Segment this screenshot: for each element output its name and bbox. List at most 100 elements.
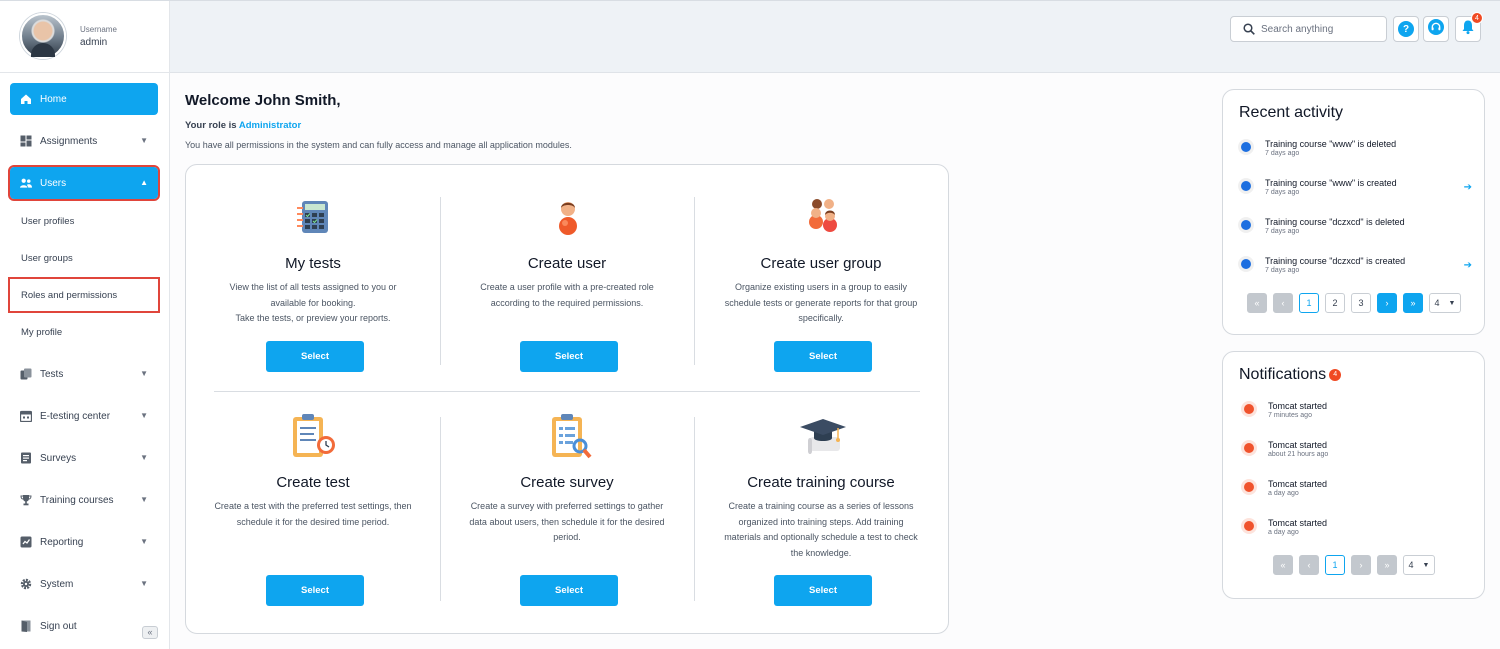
status-dot-icon [1241,220,1251,230]
last-page-icon[interactable]: » [1403,293,1423,313]
sidebar-subitem-roles-permissions[interactable]: Roles and permissions [8,277,160,313]
help-button[interactable]: ? [1393,16,1419,42]
sidebar-item-users[interactable]: Users ▲ [8,165,160,201]
sidebar-item-training-courses[interactable]: Training courses ▼ [10,484,158,516]
sidebar-item-etesting-center[interactable]: E-testing center ▼ [10,400,158,432]
door-icon [20,620,32,632]
first-page-icon[interactable]: « [1247,293,1267,313]
role-prefix: Your role is [185,120,237,131]
gear-icon [20,578,32,590]
trophy-icon [20,494,32,506]
card-create-training-course: Create training course Create a training… [721,474,921,606]
chevron-down-icon: ▼ [140,411,148,420]
activity-time: 7 days ago [1265,267,1300,274]
prev-page-icon[interactable]: ‹ [1299,555,1319,575]
chevron-down-icon: ▼ [140,579,148,588]
support-button[interactable] [1423,16,1449,42]
sidebar-item-surveys[interactable]: Surveys ▼ [10,442,158,474]
arrow-right-icon[interactable]: ➔ [1464,182,1472,193]
arrow-right-icon[interactable]: ➔ [1464,260,1472,271]
recent-activity-panel: Recent activity Training course "www" is… [1222,89,1485,335]
survey-clipboard-icon [552,414,592,459]
notifications-button[interactable]: 4 [1455,12,1483,42]
sidebar-item-system[interactable]: System ▼ [10,568,158,600]
sidebar-item-label: Assignments [40,135,98,147]
my-tests-select-button[interactable]: Select [266,341,364,372]
chevron-down-icon: ▼ [140,369,148,378]
activity-item: Training course "www" is deleted 7 days … [1239,139,1474,169]
chevron-down-icon: ▼ [140,495,148,504]
sidebar-item-assignments[interactable]: Assignments ▼ [10,125,158,157]
create-test-select-button[interactable]: Select [266,575,364,606]
status-dot-icon [1241,259,1251,269]
role-link[interactable]: Administrator [239,120,301,131]
create-training-course-select-button[interactable]: Select [774,575,872,606]
sidebar-item-sign-out[interactable]: Sign out [10,610,158,642]
page-button[interactable]: 1 [1325,555,1345,575]
dashboard-icon [20,135,32,147]
sidebar-item-home[interactable]: Home [10,83,158,115]
quick-actions-grid: My tests View the list of all tests assi… [185,164,949,634]
activity-text: Training course "dczxcd" is created [1265,256,1406,266]
card-title: My tests [285,255,341,272]
sidebar-item-label: Surveys [40,452,77,464]
card-create-test: Create test Create a test with the prefe… [213,474,413,606]
recent-activity-title: Recent activity [1239,104,1344,121]
search-input[interactable]: Search anything [1230,16,1387,42]
activity-time: 7 days ago [1265,228,1300,235]
divider [440,417,441,601]
notification-text: Tomcat started [1268,401,1328,411]
create-user-group-select-button[interactable]: Select [774,341,872,372]
prev-page-icon[interactable]: ‹ [1273,293,1293,313]
username-label: Username [80,25,117,34]
activity-time: 7 days ago [1265,150,1300,157]
page-size-value: 4 [1408,560,1414,570]
notification-text: Tomcat started [1268,440,1328,450]
survey-icon [20,452,32,464]
user-group-icon [809,199,837,232]
notification-item[interactable]: Tomcat started a day ago [1242,479,1477,509]
user-icon [559,202,577,235]
sidebar-subitem-my-profile[interactable]: My profile [10,316,158,348]
topbar: Search anything ? 4 [170,1,1500,73]
page-size-select[interactable]: 4 ▼ [1403,555,1435,575]
sidebar-item-label: E-testing center [40,410,111,422]
activity-item: Training course "www" is created 7 days … [1239,178,1474,208]
sidebar-subitem-user-profiles[interactable]: User profiles [10,205,158,237]
avatar[interactable] [20,13,66,59]
notification-item[interactable]: Tomcat started about 21 hours ago [1242,440,1477,470]
sidebar-item-label: Home [40,93,67,105]
last-page-icon[interactable]: » [1377,555,1397,575]
sidebar-item-reporting[interactable]: Reporting ▼ [10,526,158,558]
next-page-icon[interactable]: › [1377,293,1397,313]
card-title: Create survey [520,474,614,491]
collapse-sidebar-button[interactable]: « [142,626,158,639]
sidebar-subitem-user-groups[interactable]: User groups [10,242,158,274]
page-size-value: 4 [1434,298,1440,308]
permissions-text: You have all permissions in the system a… [185,140,572,150]
create-survey-select-button[interactable]: Select [520,575,618,606]
notification-item[interactable]: Tomcat started a day ago [1242,518,1477,548]
graduation-cap-icon [800,419,846,454]
search-placeholder: Search anything [1261,23,1334,35]
divider [694,417,695,601]
username: admin [80,37,108,48]
sidebar-item-label: System [40,578,74,590]
page-button[interactable]: 2 [1325,293,1345,313]
sidebar-item-tests[interactable]: Tests ▼ [10,358,158,390]
activity-text: Training course "dczxcd" is deleted [1265,217,1405,227]
page-button[interactable]: 3 [1351,293,1371,313]
copy-icon [20,368,32,380]
next-page-icon[interactable]: › [1351,555,1371,575]
page-size-select[interactable]: 4 ▼ [1429,293,1461,313]
notification-text: Tomcat started [1268,518,1328,528]
notification-item[interactable]: Tomcat started 7 minutes ago [1242,401,1477,431]
divider [694,197,695,365]
app-root: Username admin Home Assignments ▼ Users … [0,0,1500,649]
page-button[interactable]: 1 [1299,293,1319,313]
headset-icon [1428,18,1444,40]
card-my-tests: My tests View the list of all tests assi… [213,255,413,372]
sidebar-item-label: Training courses [40,494,114,506]
first-page-icon[interactable]: « [1273,555,1293,575]
create-user-select-button[interactable]: Select [520,341,618,372]
